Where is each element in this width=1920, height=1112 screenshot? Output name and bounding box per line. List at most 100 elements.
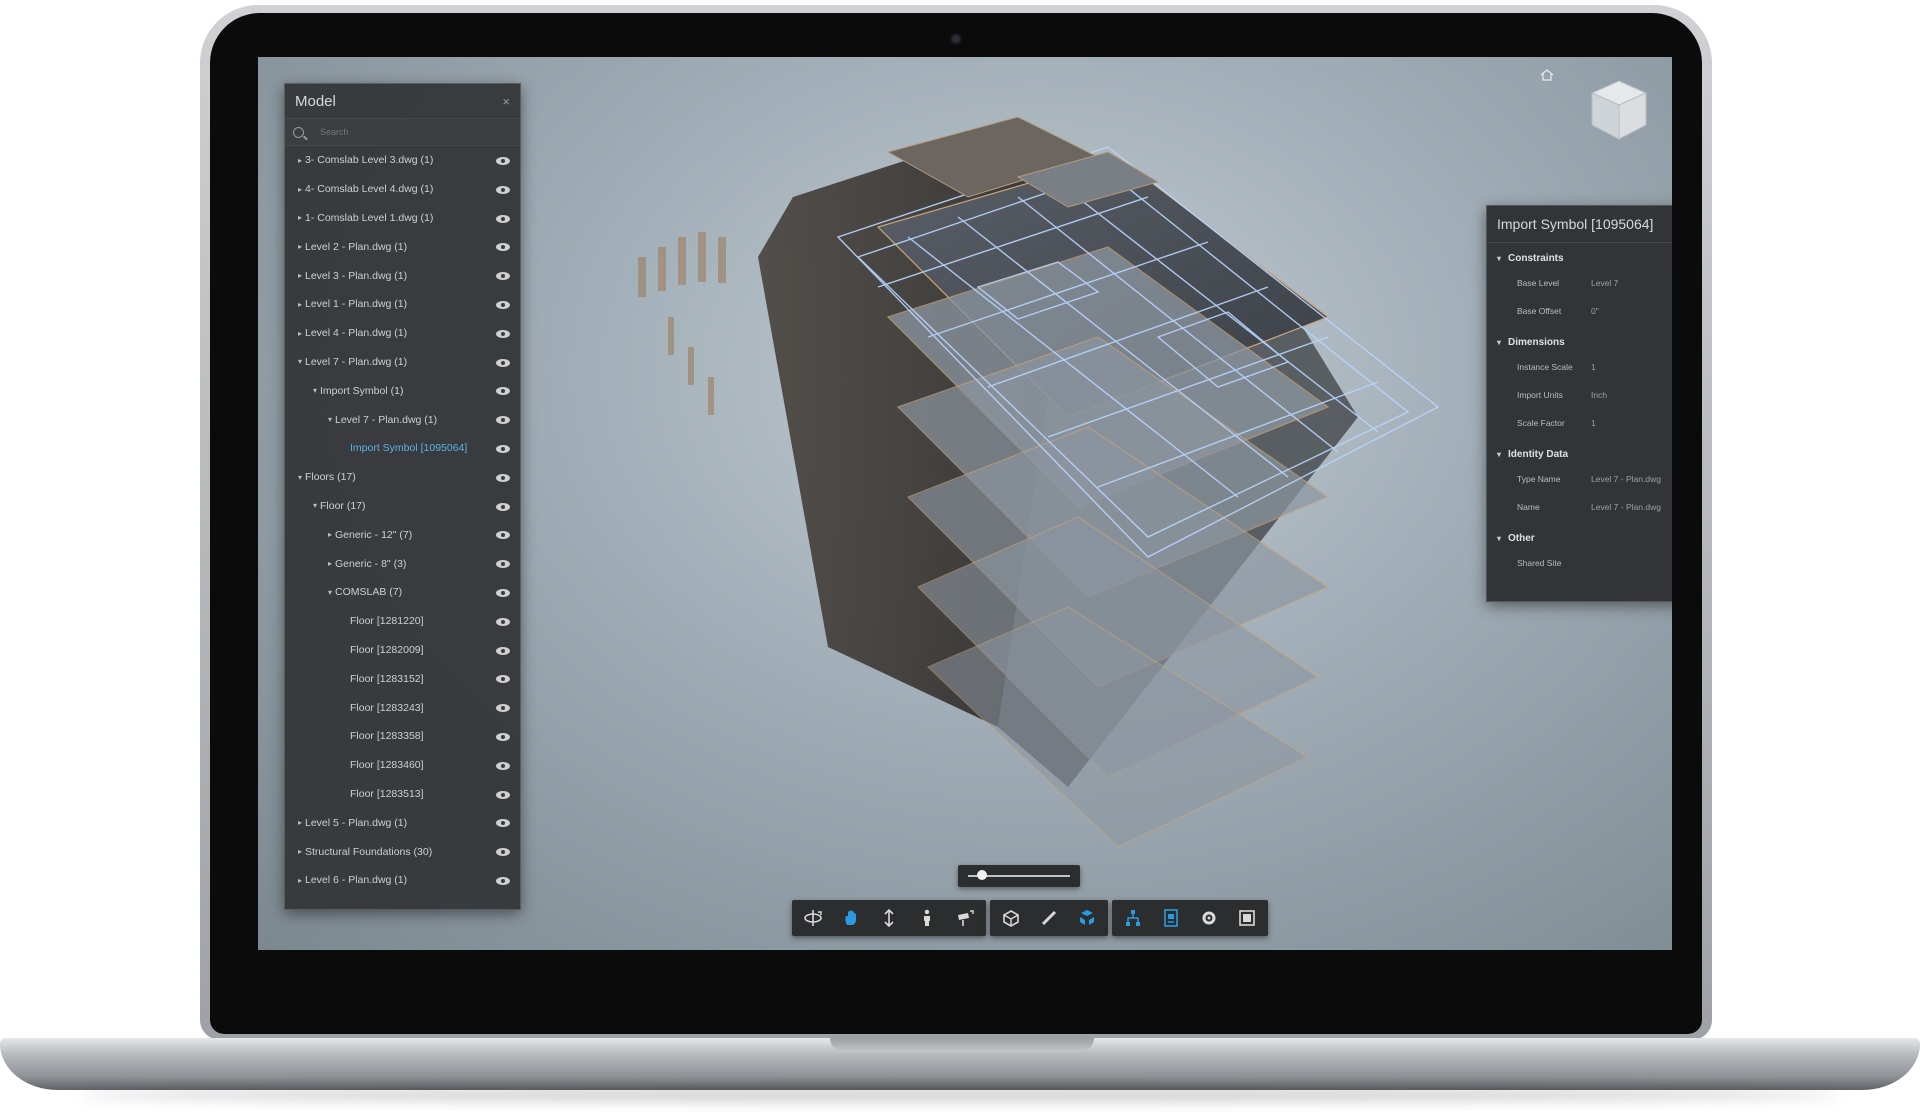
tree-item-label[interactable]: Floor [1283152] xyxy=(350,673,520,685)
tree-item-label[interactable]: 1- Comslab Level 1.dwg (1) xyxy=(305,212,520,224)
tree-item-label[interactable]: COMSLAB (7) xyxy=(335,586,520,598)
tree-item-label[interactable]: Level 2 - Plan.dwg (1) xyxy=(305,241,520,253)
tree-item-label[interactable]: Floor [1283460] xyxy=(350,759,520,771)
caret-down-icon[interactable]: ▾ xyxy=(1497,534,1501,543)
search-input[interactable] xyxy=(318,126,502,138)
caret-right-icon[interactable]: ▸ xyxy=(325,559,335,568)
tree-item[interactable]: ▸ Level 4 - Plan.dwg (1) xyxy=(285,319,520,348)
property-section-header[interactable]: ▾ Other xyxy=(1487,527,1672,549)
caret-right-icon[interactable]: ▸ xyxy=(295,271,305,280)
visibility-eye-icon[interactable] xyxy=(496,157,510,165)
pan-button[interactable] xyxy=(832,900,870,936)
caret-right-icon[interactable]: ▸ xyxy=(295,213,305,222)
visibility-eye-icon[interactable] xyxy=(496,214,510,223)
properties-button[interactable] xyxy=(1152,900,1190,936)
tree-item[interactable]: ▸ Level 6 - Plan.dwg (1) xyxy=(285,866,520,895)
caret-down-icon[interactable]: ▾ xyxy=(310,386,320,395)
tree-item[interactable]: Floor [1283460] xyxy=(285,751,520,780)
tree-item-label[interactable]: Level 1 - Plan.dwg (1) xyxy=(305,298,520,310)
tree-item-label[interactable]: Generic - 12" (7) xyxy=(335,529,520,541)
visibility-eye-icon[interactable] xyxy=(496,473,510,482)
tree-item[interactable]: ▸ 3- Comslab Level 3.dwg (1) xyxy=(285,146,520,175)
explode-icon[interactable] xyxy=(1077,908,1097,928)
caret-down-icon[interactable]: ▾ xyxy=(1497,254,1501,263)
section-button[interactable] xyxy=(992,900,1030,936)
property-section-header[interactable]: ▾ Identity Data xyxy=(1487,443,1672,465)
settings-icon[interactable] xyxy=(1199,908,1219,928)
caret-right-icon[interactable]: ▸ xyxy=(295,242,305,251)
tree-item-label[interactable]: Level 7 - Plan.dwg (1) xyxy=(305,356,520,368)
model-browser-button[interactable] xyxy=(1114,900,1152,936)
tree-item-label[interactable]: Floor [1283243] xyxy=(350,702,520,714)
tree-item[interactable]: ▾ Import Symbol (1) xyxy=(285,376,520,405)
explode-button[interactable] xyxy=(1068,900,1106,936)
tree-item-label[interactable]: Floor (17) xyxy=(320,500,520,512)
visibility-eye-icon[interactable] xyxy=(496,502,510,511)
tree-item[interactable]: ▸ Level 3 - Plan.dwg (1) xyxy=(285,261,520,290)
tree-item[interactable]: ▾ COMSLAB (7) xyxy=(285,578,520,607)
close-icon[interactable]: × xyxy=(502,94,510,109)
model-browser-icon[interactable] xyxy=(1123,908,1143,928)
visibility-eye-icon[interactable] xyxy=(496,876,510,885)
visibility-eye-icon[interactable] xyxy=(496,732,510,741)
tree-item[interactable]: ▾ Level 7 - Plan.dwg (1) xyxy=(285,348,520,377)
properties-icon[interactable] xyxy=(1161,908,1181,928)
tree-item[interactable]: Floor [1283152] xyxy=(285,664,520,693)
caret-right-icon[interactable]: ▸ xyxy=(295,185,305,194)
tree-item[interactable]: ▾ Level 7 - Plan.dwg (1) xyxy=(285,405,520,434)
caret-right-icon[interactable]: ▸ xyxy=(295,847,305,856)
tree-item[interactable]: ▸ 1- Comslab Level 1.dwg (1) xyxy=(285,204,520,233)
tree-item-label[interactable]: Floor [1281220] xyxy=(350,615,520,627)
tree-item[interactable]: ▸ Generic - 8" (3) xyxy=(285,549,520,578)
caret-right-icon[interactable]: ▸ xyxy=(325,530,335,539)
tree-item[interactable]: Floor [1283513] xyxy=(285,780,520,809)
first-person-icon[interactable] xyxy=(917,908,937,928)
visibility-eye-icon[interactable] xyxy=(496,761,510,770)
tree-item[interactable]: ▸ 4- Comslab Level 4.dwg (1) xyxy=(285,175,520,204)
tree-item-label[interactable]: Floor [1283358] xyxy=(350,730,520,742)
visibility-eye-icon[interactable] xyxy=(496,300,510,309)
measure-icon[interactable] xyxy=(1039,908,1059,928)
first-person-button[interactable] xyxy=(908,900,946,936)
caret-right-icon[interactable]: ▸ xyxy=(295,876,305,885)
tree-item-label[interactable]: Import Symbol [1095064] xyxy=(350,442,520,454)
caret-down-icon[interactable]: ▾ xyxy=(1497,338,1501,347)
visibility-eye-icon[interactable] xyxy=(496,588,510,597)
building-model[interactable] xyxy=(458,87,1558,907)
tree-item[interactable]: ▾ Floors (17) xyxy=(285,463,520,492)
tree-item-label[interactable]: Generic - 8" (3) xyxy=(335,558,520,570)
fullscreen-button[interactable] xyxy=(1228,900,1266,936)
visibility-eye-icon[interactable] xyxy=(496,358,510,367)
tree-item[interactable]: Import Symbol [1095064] xyxy=(285,434,520,463)
measure-button[interactable] xyxy=(1030,900,1068,936)
caret-down-icon[interactable]: ▾ xyxy=(295,357,305,366)
tree-item[interactable]: Floor [1282009] xyxy=(285,636,520,665)
camera-icon[interactable] xyxy=(955,908,975,928)
viewer-canvas[interactable]: Model × ▸3- Comslab Level 3.dwg (1)▸4- C… xyxy=(258,57,1672,950)
visibility-eye-icon[interactable] xyxy=(496,790,510,799)
caret-right-icon[interactable]: ▸ xyxy=(295,329,305,338)
property-section-header[interactable]: ▾ Dimensions xyxy=(1487,331,1672,353)
tree-item-label[interactable]: Level 6 - Plan.dwg (1) xyxy=(305,874,520,886)
slider-thumb[interactable] xyxy=(977,870,988,880)
explode-slider[interactable] xyxy=(958,865,1080,887)
tree-item-label[interactable]: Import Symbol (1) xyxy=(320,385,520,397)
caret-down-icon[interactable]: ▾ xyxy=(295,473,305,482)
view-cube-icon[interactable] xyxy=(1588,77,1650,143)
zoom-icon[interactable] xyxy=(879,908,899,928)
visibility-eye-icon[interactable] xyxy=(496,329,510,338)
pan-icon[interactable] xyxy=(841,908,861,928)
tree-item[interactable]: ▸ Level 2 - Plan.dwg (1) xyxy=(285,232,520,261)
tree-item-label[interactable]: Floor [1283513] xyxy=(350,788,520,800)
caret-right-icon[interactable]: ▸ xyxy=(295,156,305,165)
visibility-eye-icon[interactable] xyxy=(496,185,510,194)
tree-item[interactable]: Floor [1283358] xyxy=(285,722,520,751)
caret-down-icon[interactable]: ▾ xyxy=(325,588,335,597)
tree-item-label[interactable]: Structural Foundations (30) xyxy=(305,846,520,858)
tree-item[interactable]: ▸ Level 1 - Plan.dwg (1) xyxy=(285,290,520,319)
tree-item-label[interactable]: Level 5 - Plan.dwg (1) xyxy=(305,817,520,829)
caret-down-icon[interactable]: ▾ xyxy=(325,415,335,424)
orbit-button[interactable] xyxy=(794,900,832,936)
section-icon[interactable] xyxy=(1001,908,1021,928)
property-section-header[interactable]: ▾ Constraints xyxy=(1487,247,1672,269)
